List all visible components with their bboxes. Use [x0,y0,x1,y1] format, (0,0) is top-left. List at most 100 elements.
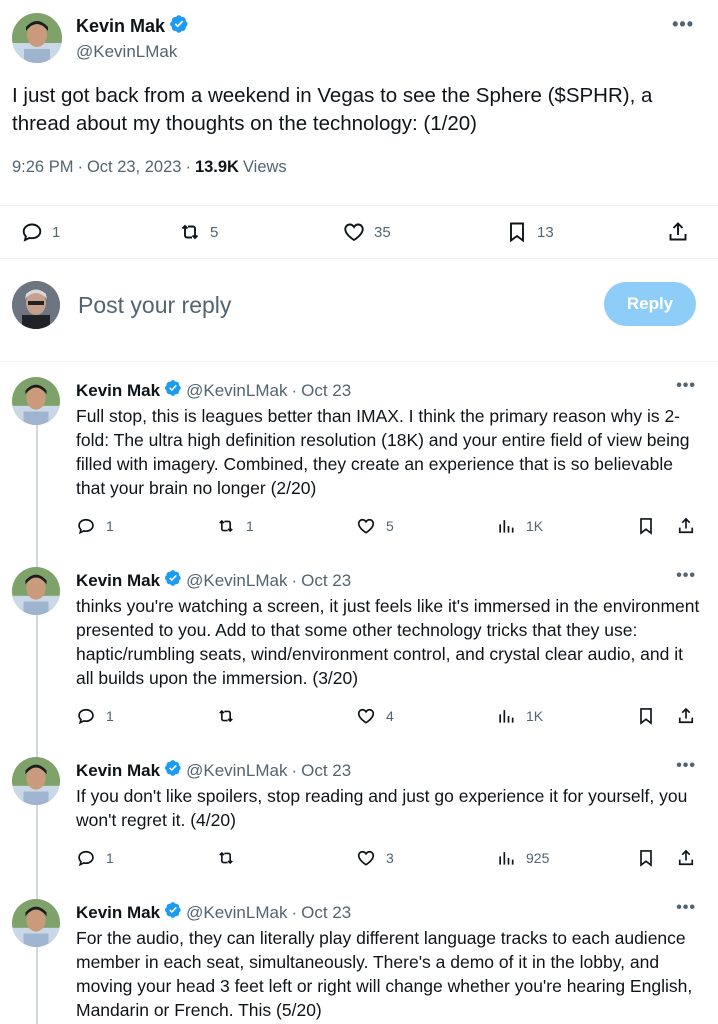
post-header: Kevin Mak @KevinLMak · Oct 23 ••• [76,567,696,592]
thread-post[interactable]: Kevin Mak @KevinLMak · Oct 23 ••• If you… [0,742,718,884]
bookmark-action[interactable] [636,848,656,868]
bookmark-icon [640,850,652,867]
post-date[interactable]: Oct 23 [301,903,351,923]
verified-badge-icon [169,14,189,39]
reply-action[interactable]: 1 [20,220,60,244]
share-action[interactable] [666,220,690,244]
thread-post[interactable]: Kevin Mak @KevinLMak · Oct 23 ••• Full s… [0,362,718,552]
heart-icon [357,708,375,724]
views-action[interactable]: 925 [496,848,549,868]
heart-icon [357,850,375,866]
repost-action[interactable] [216,848,246,868]
post-date[interactable]: Oct 23 [301,761,351,781]
share-icon [678,517,694,534]
share-icon [678,849,694,866]
post-text: I just got back from a weekend in Vegas … [12,84,653,135]
bookmark-icon [640,518,652,535]
verified-badge-icon [164,569,182,592]
more-options-icon[interactable]: ••• [676,899,696,917]
reply-icon [22,223,42,242]
author-avatar[interactable] [12,377,60,425]
analytics-icon [499,852,514,865]
like-action[interactable]: 3 [356,848,394,868]
view-count: 1K [526,518,544,534]
share-action[interactable] [676,516,696,536]
author-name[interactable]: Kevin Mak [76,903,160,923]
post-text: If you don't like spoilers, stop reading… [76,786,688,830]
post-text: thinks you're watching a screen, it just… [76,596,700,688]
post-time[interactable]: 9:26 PM [12,158,73,177]
author-avatar[interactable] [12,899,60,947]
views-action[interactable]: 1K [496,706,543,726]
analytics-icon [499,520,514,533]
author-avatar[interactable] [12,757,60,805]
analytics-icon [499,710,514,723]
author-handle[interactable]: @KevinLMak [186,761,287,781]
more-options-icon[interactable]: ••• [676,567,696,585]
main-post-header: Kevin Mak @KevinLMak ••• [12,12,706,64]
repost-icon [181,224,199,240]
post-text: For the audio, they can literally play d… [76,928,693,1020]
share-icon [678,707,694,724]
main-action-bar: 1 5 35 13 [0,205,718,255]
bookmark-action[interactable] [636,516,656,536]
views-label: Views [242,158,287,176]
views-action[interactable]: 1K [496,516,543,536]
view-count: 1K [526,708,544,724]
like-count: 4 [386,708,394,724]
verified-badge-icon [164,759,182,782]
author-handle[interactable]: @KevinLMak [186,381,287,401]
author-handle[interactable]: @KevinLMak [76,42,189,62]
bookmark-action[interactable] [636,706,656,726]
post-header: Kevin Mak @KevinLMak · Oct 23 ••• [76,757,696,782]
verified-badge-icon [164,901,182,924]
more-options-icon[interactable]: ••• [672,14,694,35]
author-avatar[interactable] [12,567,60,615]
post-action-bar: 1 1 5 1K [76,516,698,540]
post-date[interactable]: Oct 23 [301,571,351,591]
reply-action[interactable]: 1 [76,848,114,868]
share-icon [669,222,687,241]
reply-count: 1 [106,708,114,724]
like-action[interactable]: 4 [356,706,394,726]
repost-action[interactable]: 5 [178,220,218,244]
like-count: 3 [386,850,394,866]
more-options-icon[interactable]: ••• [676,377,696,395]
post-date[interactable]: Oct 23 [301,381,351,401]
post-action-bar: 1 4 1K [76,706,698,730]
current-user-avatar[interactable] [12,281,60,329]
repost-count: 1 [246,518,254,534]
post-header: Kevin Mak @KevinLMak · Oct 23 ••• [76,899,696,924]
author-avatar[interactable] [12,13,62,63]
reply-count: 1 [106,850,114,866]
author-handle[interactable]: @KevinLMak [186,571,287,591]
share-action[interactable] [676,706,696,726]
repost-icon [219,519,233,533]
repost-count: 5 [210,223,219,241]
bookmark-action[interactable]: 13 [505,220,554,244]
author-name[interactable]: Kevin Mak [76,761,160,781]
reply-input[interactable] [78,287,578,323]
bookmark-count: 13 [537,223,554,241]
post-text: Full stop, this is leagues better than I… [76,406,690,498]
reply-action[interactable]: 1 [76,706,114,726]
like-action[interactable]: 5 [356,516,394,536]
author-name[interactable]: Kevin Mak [76,16,165,37]
share-action[interactable] [676,848,696,868]
author-name[interactable]: Kevin Mak [76,381,160,401]
thread-post[interactable]: Kevin Mak @KevinLMak · Oct 23 ••• For th… [0,884,718,1024]
more-options-icon[interactable]: ••• [676,757,696,775]
thread: Kevin Mak @KevinLMak · Oct 23 ••• Full s… [0,362,718,1024]
reply-button[interactable]: Reply [604,282,696,326]
author-name[interactable]: Kevin Mak [76,571,160,591]
reply-count: 1 [106,518,114,534]
thread-post[interactable]: Kevin Mak @KevinLMak · Oct 23 ••• thinks… [0,552,718,742]
verified-badge-icon [164,379,182,402]
like-action[interactable]: 35 [342,220,391,244]
separator-dot: · [291,760,298,780]
reply-action[interactable]: 1 [76,516,114,536]
repost-action[interactable]: 1 [216,516,254,536]
repost-action[interactable] [216,706,246,726]
author-handle[interactable]: @KevinLMak [186,903,287,923]
post-date[interactable]: Oct 23, 2023 [87,158,181,177]
